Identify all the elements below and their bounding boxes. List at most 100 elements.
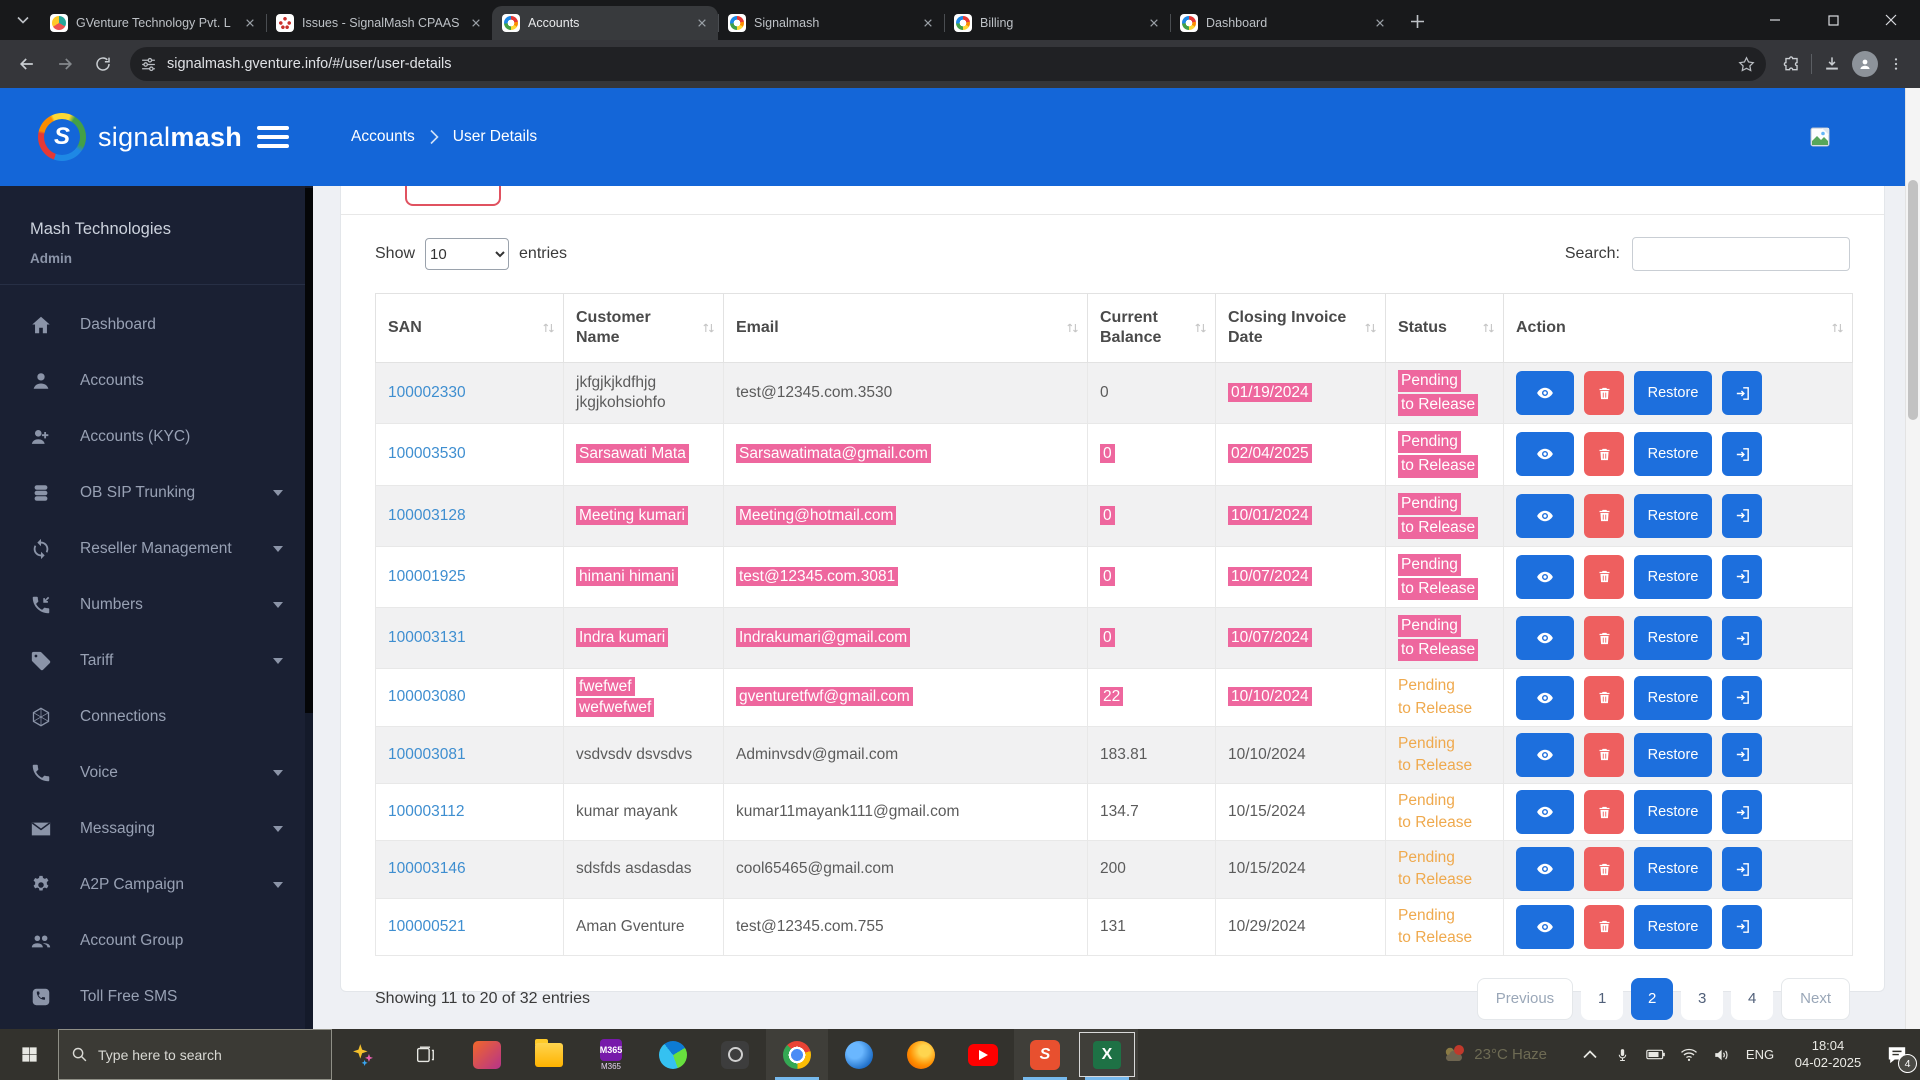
window-maximize-button[interactable] (1804, 0, 1862, 40)
san-link[interactable]: 100003131 (388, 629, 466, 646)
restore-button[interactable]: Restore (1634, 847, 1712, 892)
login-as-button[interactable] (1722, 732, 1762, 777)
column-header[interactable]: Customer Name (563, 293, 724, 363)
page-scrollbar-thumb[interactable] (1908, 180, 1918, 420)
login-as-button[interactable] (1722, 675, 1762, 720)
restore-button[interactable]: Restore (1634, 790, 1712, 835)
wifi-tray-icon[interactable] (1672, 1029, 1705, 1080)
downloads-icon[interactable] (1822, 54, 1842, 74)
microphone-tray-icon[interactable] (1606, 1029, 1639, 1080)
excel-app-icon[interactable]: X (1076, 1029, 1138, 1080)
taskbar-weather[interactable]: 23°C Haze (1440, 1043, 1547, 1067)
sidebar-item-numbers[interactable]: Numbers (0, 577, 313, 633)
profile-avatar[interactable] (1852, 51, 1878, 77)
column-header[interactable]: SAN (375, 293, 564, 363)
view-button[interactable] (1516, 732, 1574, 777)
restore-button[interactable]: Restore (1634, 732, 1712, 777)
sidebar-item-tariff[interactable]: Tariff (0, 633, 313, 689)
tab-close-icon[interactable] (468, 15, 484, 31)
san-link[interactable]: 100003530 (388, 445, 466, 462)
language-indicator[interactable]: ENG (1738, 1047, 1782, 1062)
delete-button[interactable] (1584, 904, 1624, 949)
tab-close-icon[interactable] (1372, 15, 1388, 31)
breadcrumb-accounts-link[interactable]: Accounts (351, 128, 415, 146)
restore-button[interactable]: Restore (1634, 904, 1712, 949)
delete-button[interactable] (1584, 432, 1624, 477)
delete-button[interactable] (1584, 675, 1624, 720)
delete-button[interactable] (1584, 554, 1624, 599)
sidebar-item-reseller-management[interactable]: Reseller Management (0, 521, 313, 577)
login-as-button[interactable] (1722, 847, 1762, 892)
task-view-icon[interactable] (394, 1029, 456, 1080)
sidebar-item-accounts[interactable]: Accounts (0, 353, 313, 409)
sidebar-item-accounts-kyc[interactable]: Accounts (KYC) (0, 409, 313, 465)
san-link[interactable]: 100003080 (388, 688, 466, 705)
action-center-button[interactable]: 4 (1874, 1029, 1920, 1080)
sidebar-item-a2p-campaign[interactable]: A2P Campaign (0, 857, 313, 913)
start-button[interactable] (0, 1029, 58, 1080)
site-settings-icon[interactable] (140, 56, 157, 73)
pagination-page-button[interactable]: 3 (1681, 977, 1724, 1020)
page-scrollbar[interactable] (1905, 88, 1920, 1029)
sidebar-item-connections[interactable]: Connections (0, 689, 313, 745)
san-link[interactable]: 100003081 (388, 746, 466, 763)
delete-button[interactable] (1584, 493, 1624, 538)
window-minimize-button[interactable] (1746, 0, 1804, 40)
view-button[interactable] (1516, 847, 1574, 892)
tray-expand-button[interactable] (1573, 1029, 1606, 1080)
login-as-button[interactable] (1722, 432, 1762, 477)
login-as-button[interactable] (1722, 790, 1762, 835)
san-link[interactable]: 100000521 (388, 918, 466, 935)
sidebar-toggle-icon[interactable] (257, 126, 289, 148)
restore-button[interactable]: Restore (1634, 554, 1712, 599)
view-button[interactable] (1516, 675, 1574, 720)
login-as-button[interactable] (1722, 554, 1762, 599)
column-header[interactable]: Status (1385, 293, 1504, 363)
sidebar-scrollbar-thumb[interactable] (305, 188, 313, 713)
view-button[interactable] (1516, 554, 1574, 599)
column-header[interactable]: Action (1503, 293, 1853, 363)
delete-button[interactable] (1584, 790, 1624, 835)
tab-close-icon[interactable] (1146, 15, 1162, 31)
login-as-button[interactable] (1722, 616, 1762, 661)
browser-tab[interactable]: Billing (944, 6, 1170, 40)
login-as-button[interactable] (1722, 904, 1762, 949)
view-button[interactable] (1516, 790, 1574, 835)
youtube-app-icon[interactable] (952, 1029, 1014, 1080)
volume-tray-icon[interactable] (1705, 1029, 1738, 1080)
sidebar-scrollbar[interactable] (305, 186, 313, 1029)
chrome-app-icon[interactable] (766, 1029, 828, 1080)
sidebar-item-toll-free-sms[interactable]: Toll Free SMS (0, 969, 313, 1025)
san-link[interactable]: 100002330 (388, 384, 466, 401)
edge-app-icon[interactable] (642, 1029, 704, 1080)
sidebar-item-messaging[interactable]: Messaging (0, 801, 313, 857)
forward-button[interactable] (48, 47, 82, 81)
tab-close-icon[interactable] (694, 15, 710, 31)
san-link[interactable]: 100003146 (388, 860, 466, 877)
photos-app-icon[interactable] (456, 1029, 518, 1080)
browser-menu-icon[interactable] (1888, 56, 1904, 72)
tab-close-icon[interactable] (920, 15, 936, 31)
sidebar-item-account-group[interactable]: Account Group (0, 913, 313, 969)
browser-tab[interactable]: Dashboard (1170, 6, 1396, 40)
browser-tab[interactable]: Accounts (492, 6, 718, 40)
battery-tray-icon[interactable] (1639, 1029, 1672, 1080)
sidebar-item-voice[interactable]: Voice (0, 745, 313, 801)
back-button[interactable] (10, 47, 44, 81)
restore-button[interactable]: Restore (1634, 432, 1712, 477)
pagination-next-button[interactable]: Next (1781, 977, 1850, 1020)
san-link[interactable]: 100003128 (388, 507, 466, 524)
window-close-button[interactable] (1862, 0, 1920, 40)
view-button[interactable] (1516, 616, 1574, 661)
view-button[interactable] (1516, 904, 1574, 949)
firefox-app-icon[interactable] (890, 1029, 952, 1080)
reload-button[interactable] (86, 47, 120, 81)
cortana-sparkle-icon[interactable] (332, 1029, 394, 1080)
signalmash-logo[interactable]: S signalmash (38, 113, 242, 161)
camera-app-icon[interactable] (704, 1029, 766, 1080)
search-input[interactable] (1632, 237, 1850, 271)
pagination-previous-button[interactable]: Previous (1476, 977, 1574, 1020)
restore-button[interactable]: Restore (1634, 371, 1712, 416)
san-link[interactable]: 100001925 (388, 568, 466, 585)
file-explorer-icon[interactable] (518, 1029, 580, 1080)
